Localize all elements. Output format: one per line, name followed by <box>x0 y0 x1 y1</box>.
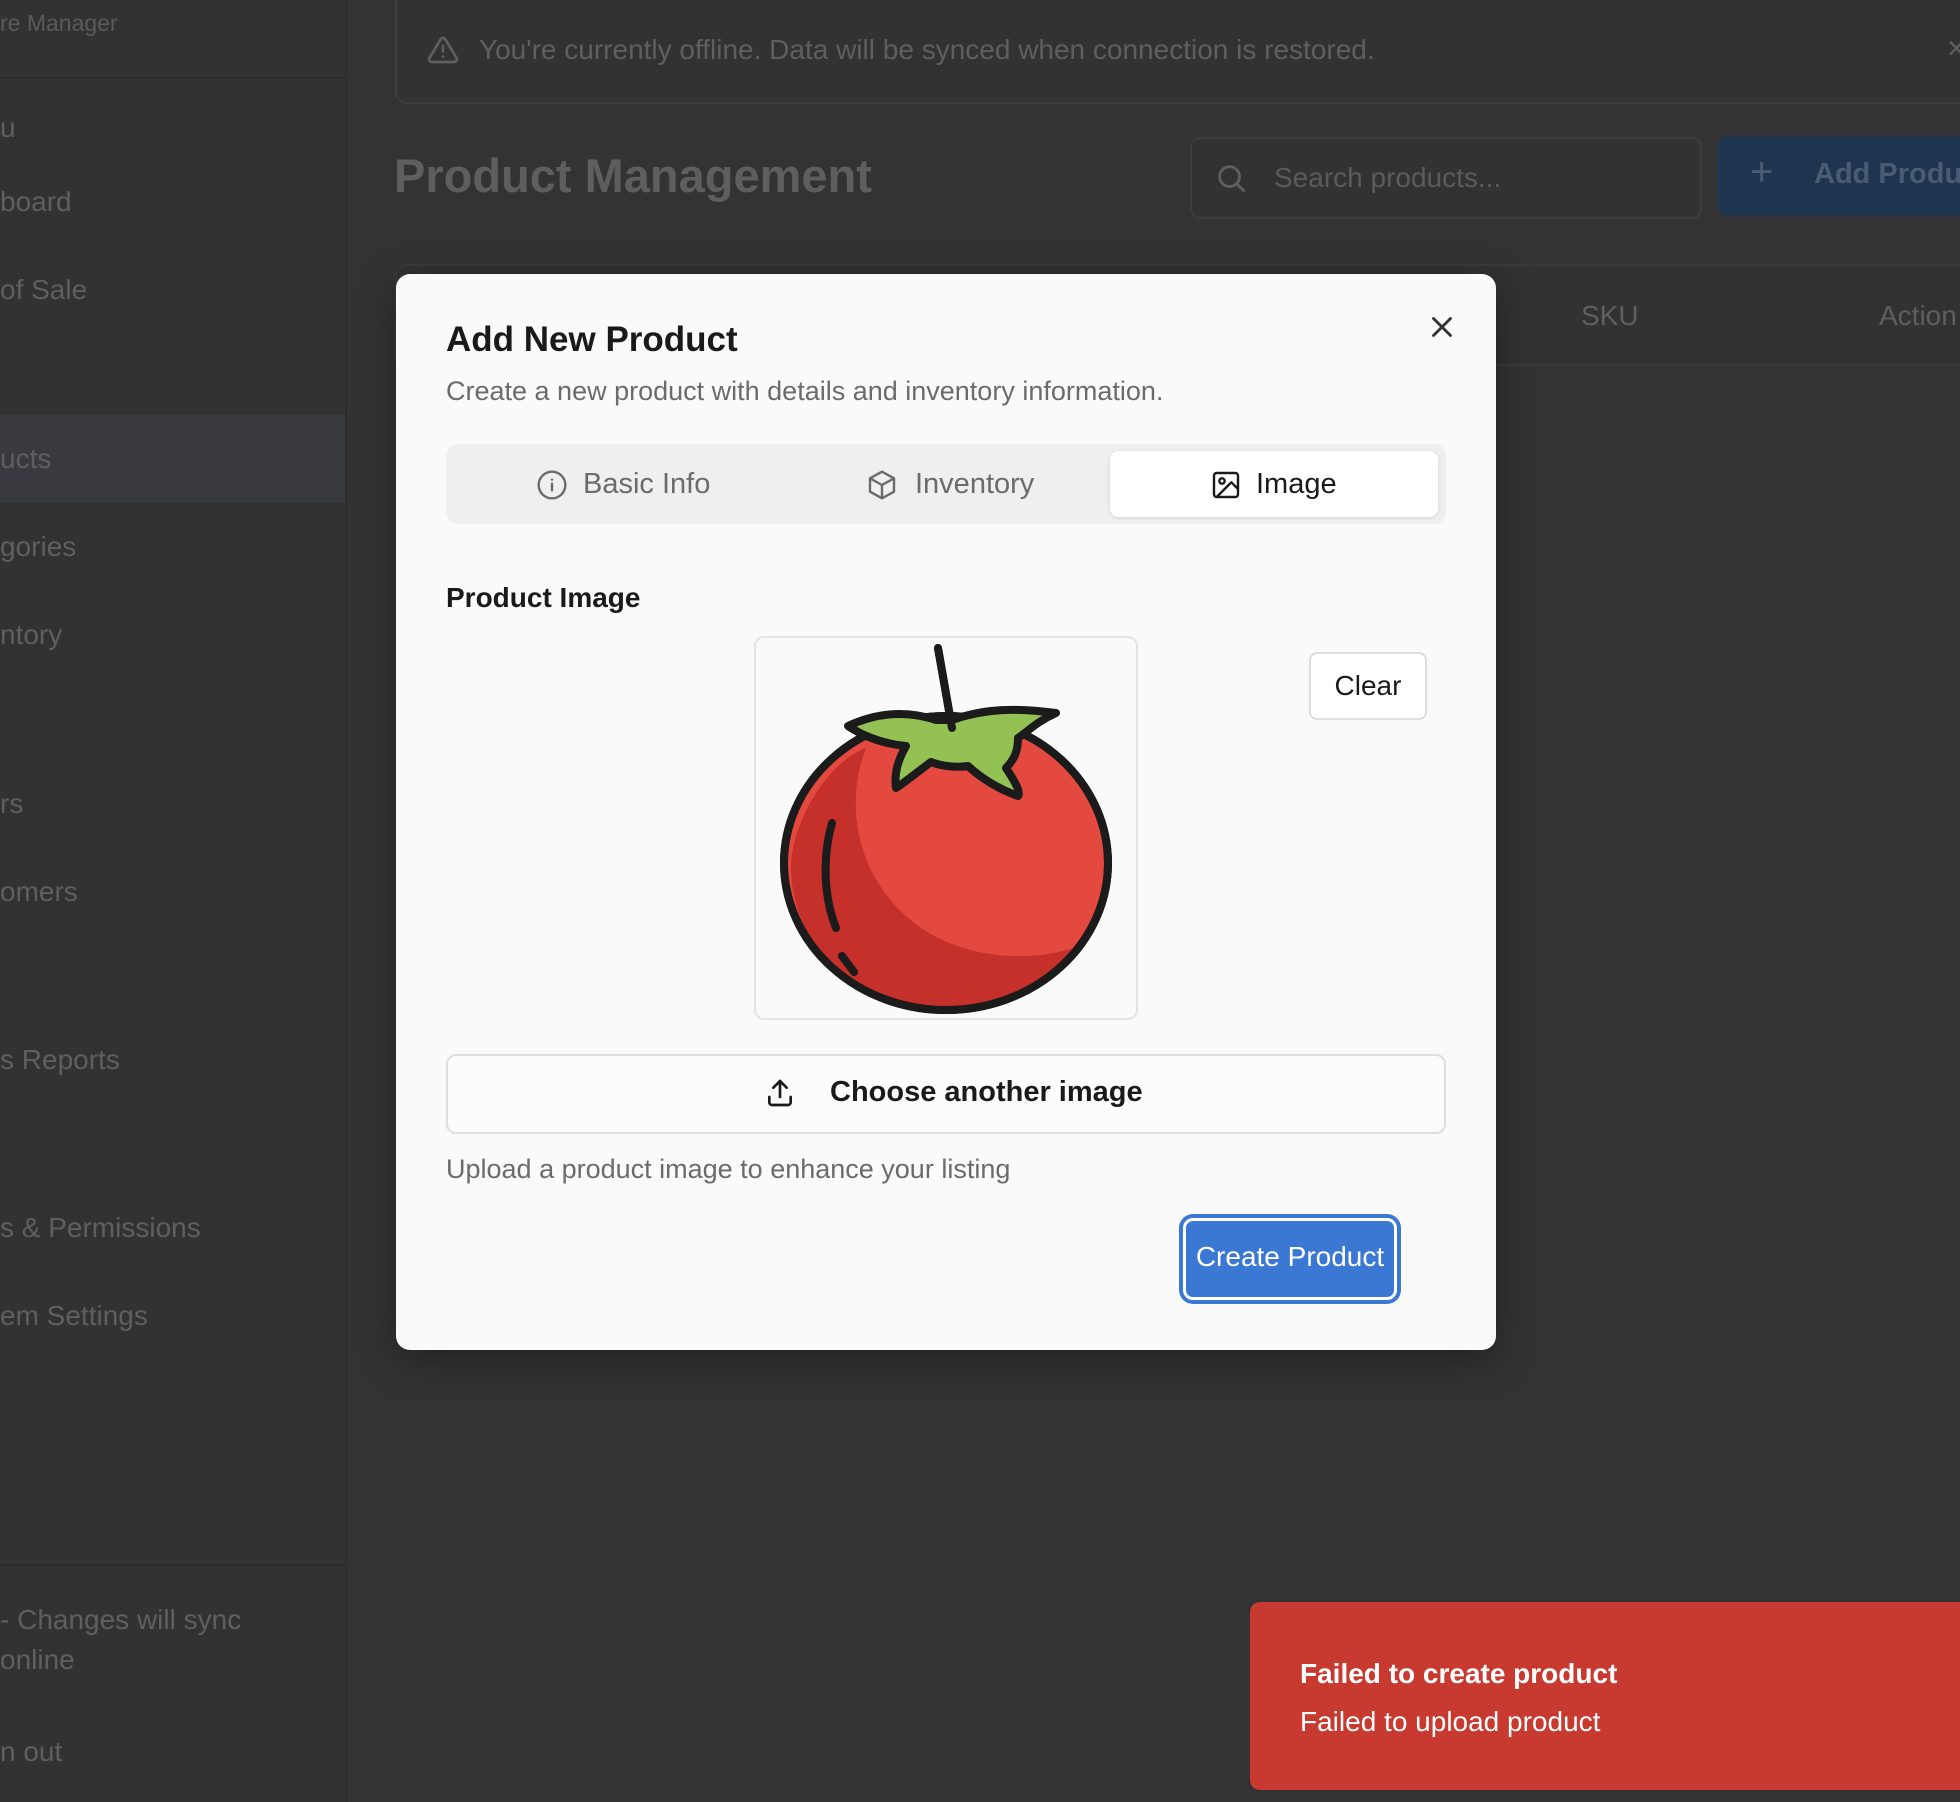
image-icon <box>1212 471 1240 499</box>
add-product-button[interactable]: + Add Produc <box>1718 136 1960 216</box>
close-icon[interactable] <box>1425 310 1459 344</box>
offline-note-line1: - Changes will sync <box>0 1604 242 1635</box>
info-icon <box>537 470 567 500</box>
sidebar-item-products[interactable]: ucts <box>0 443 51 475</box>
sidebar-item-system-settings[interactable]: em Settings <box>0 1300 148 1332</box>
tab-list: Basic Info Inventory Image <box>446 444 1446 524</box>
warning-triangle-icon <box>427 36 459 64</box>
tab-image[interactable]: Image <box>1110 451 1438 517</box>
column-header-sku[interactable]: SKU <box>1581 300 1639 332</box>
sign-out-button[interactable]: n out <box>0 1736 62 1768</box>
dialog-title: Add New Product <box>446 320 738 359</box>
sidebar-item-inventory[interactable]: ntory <box>0 619 62 651</box>
search-box[interactable] <box>1190 137 1702 219</box>
offline-banner: You're currently offline. Data will be s… <box>395 0 1960 104</box>
choose-image-label: Choose another image <box>830 1076 1143 1108</box>
tab-basic-info-label: Basic Info <box>583 468 711 500</box>
product-image-label: Product Image <box>446 582 641 613</box>
tab-image-label: Image <box>1256 468 1337 500</box>
error-toast[interactable]: Failed to create product Failed to uploa… <box>1250 1602 1960 1790</box>
add-product-dialog: Add New Product Create a new product wit… <box>396 274 1496 1350</box>
sidebar-item-users[interactable]: rs <box>0 788 23 820</box>
tomato-image <box>780 644 1112 1014</box>
sidebar-item-dashboard[interactable]: board <box>0 186 72 218</box>
sidebar-item-categories[interactable]: gories <box>0 531 76 563</box>
sidebar-item-customers[interactable]: omers <box>0 876 78 908</box>
offline-banner-text: You're currently offline. Data will be s… <box>479 34 1375 65</box>
sidebar-item-point-of-sale[interactable]: of Sale <box>0 274 87 306</box>
image-help-text: Upload a product image to enhance your l… <box>446 1154 1011 1184</box>
upload-icon <box>768 1079 792 1107</box>
clear-image-button[interactable]: Clear <box>1309 652 1427 720</box>
add-product-label: Add Produc <box>1814 158 1960 190</box>
tab-inventory-label: Inventory <box>915 468 1035 500</box>
sidebar-item-sales-reports[interactable]: s Reports <box>0 1044 120 1076</box>
sidebar-divider <box>0 1564 345 1566</box>
offline-note-line2: online <box>0 1644 75 1675</box>
sidebar-active-highlight <box>0 415 345 503</box>
product-image-preview <box>754 636 1138 1020</box>
choose-image-button[interactable]: Choose another image <box>446 1054 1446 1134</box>
column-header-actions: Action <box>1879 300 1957 331</box>
toast-title: Failed to create product <box>1300 1658 1618 1689</box>
box-icon <box>868 470 896 500</box>
page-title: Product Management <box>394 149 872 202</box>
tab-inventory[interactable]: Inventory <box>784 451 1108 517</box>
sidebar-section-label: u <box>0 112 16 143</box>
plus-icon: + <box>1750 150 1774 194</box>
sidebar: re Manager u board of Sale ucts gories n… <box>0 0 347 1802</box>
tab-basic-info[interactable]: Basic Info <box>454 451 778 517</box>
toast-message: Failed to upload product <box>1300 1706 1601 1737</box>
create-product-label: Create Product <box>1195 1241 1385 1272</box>
app-brand: re Manager <box>0 10 118 36</box>
sidebar-divider <box>0 77 345 79</box>
dialog-description: Create a new product with details and in… <box>446 376 1164 406</box>
search-input[interactable] <box>1272 153 1686 203</box>
sidebar-item-roles-permissions[interactable]: s & Permissions <box>0 1212 201 1244</box>
create-product-button[interactable]: Create Product <box>1183 1218 1397 1300</box>
search-icon <box>1218 165 1246 193</box>
close-icon[interactable]: × <box>1947 30 1960 67</box>
